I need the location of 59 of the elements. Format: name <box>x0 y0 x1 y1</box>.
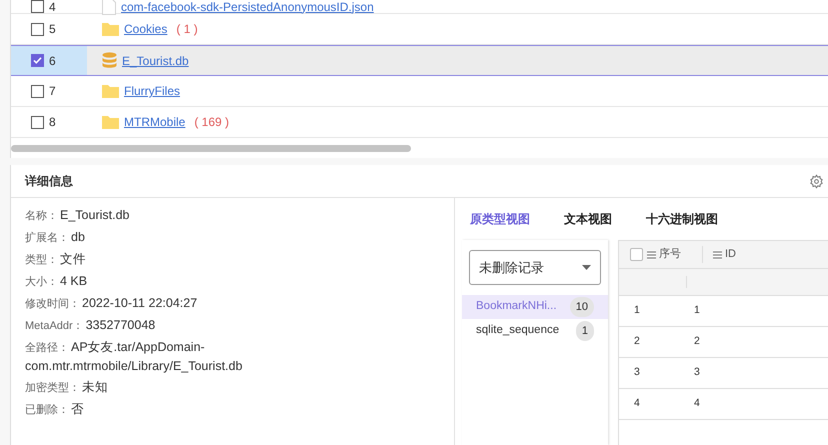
detail-field: 扩展名： db <box>25 228 325 247</box>
header-checkbox[interactable] <box>630 248 643 261</box>
checkbox[interactable] <box>31 0 44 13</box>
count-badge: 10 <box>570 297 594 317</box>
count-badge: 1 <box>576 321 594 341</box>
folder-icon <box>102 84 119 98</box>
database-icon <box>102 52 117 69</box>
item-count: ( 169 ) <box>194 114 230 131</box>
folder-icon <box>102 22 119 36</box>
record-filter-dropdown[interactable]: 未删除记录 <box>469 250 601 285</box>
view-tab[interactable]: 十六进制视图 <box>646 210 718 228</box>
file-link[interactable]: FlurryFiles <box>124 82 180 100</box>
panel-title: 详细信息 <box>25 173 73 190</box>
file-link[interactable]: Cookies <box>124 20 168 38</box>
column-header[interactable]: 序号 <box>643 246 703 263</box>
item-count: ( 1 ) <box>176 21 198 38</box>
table-list-item[interactable]: BookmarkNHi... 10 <box>462 295 608 319</box>
file-link[interactable]: com-facebook-sdk-PersistedAnonymousID.json <box>121 0 374 16</box>
menu-icon <box>713 250 722 258</box>
table-list-item[interactable]: sqlite_sequence 1 <box>462 319 608 343</box>
detail-field: 已删除： 否 <box>25 400 325 419</box>
table-cell-text: 1 <box>633 303 641 318</box>
detail-field: MetaAddr： 3352770048 <box>25 316 325 335</box>
file-link[interactable]: MTRMobile <box>124 113 186 131</box>
detail-field: 加密类型： 未知 <box>25 378 325 397</box>
checkbox[interactable] <box>31 116 44 128</box>
settings-icon[interactable] <box>809 174 824 188</box>
column-header[interactable]: ID <box>703 246 736 263</box>
file-row[interactable]: 8 MTRMobile ( 169 ) <box>11 107 828 138</box>
table-cell-text: 4 <box>633 396 641 412</box>
detail-field: 类型： 文件 <box>25 250 325 269</box>
detail-field: 修改时间： 2022-10-11 22:04:27 <box>25 294 325 313</box>
view-tab[interactable]: 原类型视图 <box>470 210 530 228</box>
table-cell-text: 3 <box>633 365 641 380</box>
row-number: 4 <box>49 0 56 16</box>
file-link[interactable]: E_Tourist.db <box>122 52 189 70</box>
folder-icon <box>102 115 119 129</box>
view-tab[interactable]: 文本视图 <box>564 210 612 228</box>
table-cell-text: 2 <box>633 334 641 350</box>
checkbox[interactable] <box>31 84 44 98</box>
detail-field: 全路径： AP女友.tar/AppDomain-com.mtr.mtrmobile/Library/E_Tourist.db <box>25 338 325 375</box>
table-cell-text: 2 <box>694 334 700 350</box>
row-number: 6 <box>49 52 56 70</box>
table-cell-text: 1 <box>694 303 700 318</box>
row-number: 5 <box>49 21 56 38</box>
caret-icon <box>582 265 591 270</box>
file-row[interactable]: 6 E_Tourist.db <box>11 45 828 76</box>
row-number: 7 <box>49 83 56 100</box>
file-row[interactable]: 4 com-facebook-sdk-PersistedAnonymousID.json <box>11 0 828 14</box>
menu-icon <box>647 250 656 258</box>
checkbox[interactable] <box>31 22 44 36</box>
horizontal-scrollbar[interactable] <box>11 144 411 152</box>
detail-field: 名称： E_Tourist.db <box>25 206 325 225</box>
row-number: 8 <box>49 114 56 131</box>
detail-field: 大小： 4 KB <box>25 272 325 291</box>
checkbox[interactable] <box>31 54 44 67</box>
table-cell-text: 3 <box>694 365 700 380</box>
file-row[interactable]: 7 FlurryFiles <box>11 76 828 107</box>
table-cell-text: 4 <box>694 396 700 412</box>
